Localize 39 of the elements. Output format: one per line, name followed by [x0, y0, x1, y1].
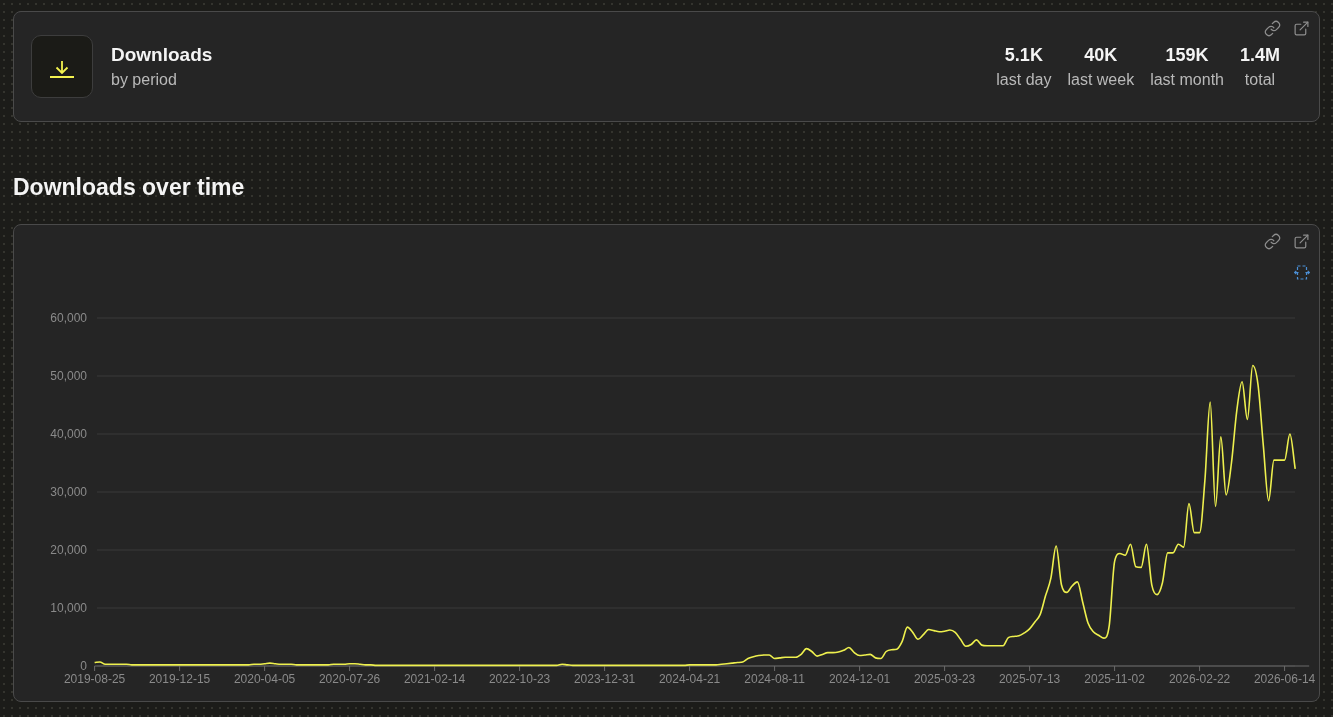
y-axis-label: 0 [80, 659, 87, 673]
link-icon[interactable] [1264, 20, 1281, 37]
stat-label: last week [1067, 69, 1135, 90]
stat-value: 159K [1165, 43, 1209, 66]
x-axis-label: 2024-04-21 [658, 672, 721, 686]
stat-value: 1.4M [1239, 43, 1280, 66]
card-subtitle: by period [111, 69, 178, 90]
y-axis-label: 40,000 [50, 427, 87, 441]
link-icon[interactable] [1264, 233, 1281, 250]
y-axis-label: 10,000 [50, 601, 87, 615]
stat-label: last month [1150, 69, 1224, 90]
y-axis-label: 20,000 [50, 543, 87, 557]
x-axis-label: 2023-12-31 [573, 672, 636, 686]
card-title: Downloads [111, 43, 213, 66]
stat-value: 40K [1084, 43, 1118, 66]
x-axis-label: 2025-11-02 [1084, 672, 1145, 686]
y-axis-label: 60,000 [50, 311, 87, 325]
stat-label: last day [996, 69, 1052, 90]
x-axis-label: 2024-12-01 [828, 672, 891, 686]
x-axis-label: 2025-07-13 [998, 672, 1061, 686]
x-axis-label: 2022-10-23 [488, 672, 551, 686]
x-axis-label: 2026-06-14 [1253, 672, 1316, 686]
stat-value: 5.1K [1004, 43, 1043, 66]
x-axis-label: 2026-02-22 [1168, 672, 1231, 686]
external-link-icon[interactable] [1293, 233, 1310, 250]
section-heading: Downloads over time [13, 174, 246, 200]
x-axis-label: 2020-04-05 [233, 672, 296, 686]
x-axis-label: 2020-07-26 [318, 672, 381, 686]
x-axis-label: 2019-08-25 [63, 672, 126, 686]
y-axis-label: 50,000 [50, 369, 87, 383]
dashed-frame-icon[interactable] [1294, 265, 1310, 280]
x-axis-label: 2021-02-14 [403, 672, 466, 686]
x-axis-label: 2025-03-23 [913, 672, 976, 686]
y-axis-label: 30,000 [50, 485, 87, 499]
stat-label: total [1244, 69, 1276, 90]
download-icon [31, 35, 93, 98]
x-axis-label: 2024-08-11 [744, 672, 805, 686]
x-axis-label: 2019-12-15 [148, 672, 211, 686]
external-link-icon[interactable] [1293, 20, 1310, 37]
